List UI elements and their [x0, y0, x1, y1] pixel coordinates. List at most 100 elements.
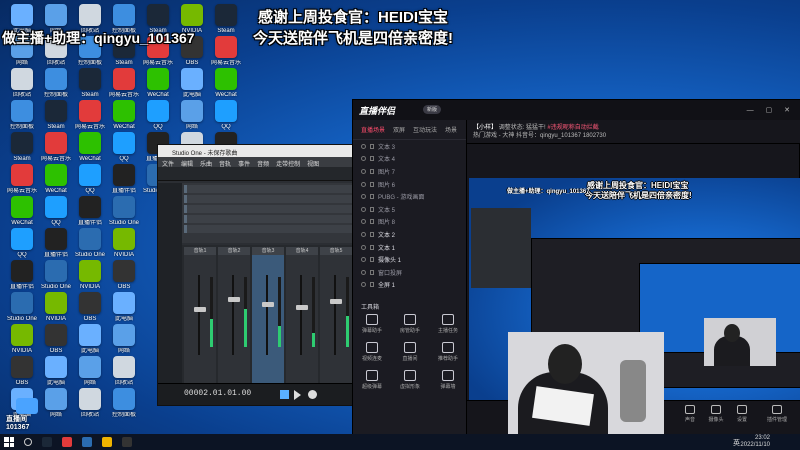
- tool-danmaku-wall[interactable]: 弹幕墙: [429, 370, 467, 390]
- menu-view[interactable]: 视图: [307, 159, 319, 168]
- tool-recommend[interactable]: 推荐助手: [429, 342, 467, 362]
- sound-effects-button[interactable]: 声音: [677, 405, 703, 423]
- eye-icon[interactable]: [361, 282, 366, 288]
- tool-super-danmaku[interactable]: 超级弹幕: [353, 370, 391, 390]
- search-icon[interactable]: [24, 438, 32, 446]
- eye-icon[interactable]: [361, 168, 366, 174]
- source-row[interactable]: 文本 1: [353, 241, 466, 254]
- arrange-track[interactable]: [184, 205, 352, 213]
- desktop-icon[interactable]: OBS: [4, 356, 40, 387]
- desktop-icon[interactable]: Studio One: [38, 260, 74, 291]
- menu-file[interactable]: 文件: [162, 159, 174, 168]
- tab-interactive[interactable]: 互动玩法: [413, 125, 437, 134]
- record-icon[interactable]: [308, 390, 317, 399]
- desktop-icon[interactable]: 直播伴侣: [4, 260, 40, 291]
- desktop-icon[interactable]: 网易云音乐: [72, 100, 108, 131]
- desktop-icon[interactable]: 控制面板: [38, 68, 74, 99]
- fader-knob[interactable]: [329, 299, 342, 304]
- lock-icon[interactable]: [370, 168, 374, 174]
- source-row[interactable]: 图片 6: [353, 178, 466, 191]
- lock-icon[interactable]: [370, 181, 374, 187]
- source-row[interactable]: 窗口投屏: [353, 266, 466, 279]
- taskbar-app-icon[interactable]: [82, 437, 92, 447]
- desktop-icon[interactable]: 回收站: [4, 68, 40, 99]
- taskbar-app-icon[interactable]: [42, 437, 52, 447]
- taskbar-app-icon[interactable]: [62, 437, 72, 447]
- fader-knob[interactable]: [227, 297, 240, 302]
- source-row[interactable]: 文本 3: [353, 140, 466, 153]
- source-row[interactable]: 全屏 1: [353, 279, 466, 292]
- ime-indicator[interactable]: 英: [733, 438, 740, 448]
- menu-audio[interactable]: 音频: [257, 159, 269, 168]
- menu-song[interactable]: 乐曲: [200, 159, 212, 168]
- eye-icon[interactable]: [361, 143, 366, 149]
- mixer-channel[interactable]: 音轨1: [184, 247, 216, 383]
- start-windows-icon[interactable]: [4, 437, 14, 447]
- category-tag[interactable]: 热门游戏 - 大神: [473, 133, 514, 139]
- desktop-icon[interactable]: OBS: [72, 292, 108, 323]
- desktop-icon[interactable]: QQ: [140, 100, 176, 131]
- livestream-titlebar[interactable]: 直播伴侣 新版 — ▢ ✕: [353, 100, 800, 120]
- lock-icon[interactable]: [370, 257, 374, 263]
- eye-icon[interactable]: [361, 244, 366, 250]
- fader-knob[interactable]: [261, 302, 274, 307]
- plugin-manager-button[interactable]: 插件管理: [757, 405, 797, 423]
- desktop-icon[interactable]: WeChat: [38, 164, 74, 195]
- desktop-icon[interactable]: WeChat: [72, 132, 108, 163]
- desktop-icon[interactable]: 网络: [174, 100, 210, 131]
- play-icon[interactable]: [294, 390, 301, 400]
- desktop-icon[interactable]: 控制面板: [106, 388, 142, 419]
- lock-icon[interactable]: [370, 194, 374, 200]
- settings-button[interactable]: 设置: [729, 405, 755, 423]
- desktop-icon[interactable]: 控制面板: [4, 100, 40, 131]
- menu-event[interactable]: 事件: [238, 159, 250, 168]
- arrange-track[interactable]: [184, 215, 352, 223]
- tool-danmaku-assistant[interactable]: 弹幕助手: [353, 314, 391, 334]
- desktop-icon[interactable]: QQ: [38, 196, 74, 227]
- desktop-icon[interactable]: 直播伴侣: [38, 228, 74, 259]
- lock-icon[interactable]: [370, 244, 374, 250]
- desktop-icon[interactable]: 网络: [72, 356, 108, 387]
- desktop-icon[interactable]: Steam: [208, 4, 244, 35]
- desktop-icon[interactable]: 网络: [106, 324, 142, 355]
- lock-icon[interactable]: [370, 143, 374, 149]
- source-row[interactable]: 图片 8: [353, 216, 466, 229]
- desktop-icon[interactable]: 回收站: [72, 388, 108, 419]
- source-row[interactable]: PUBG - 游戏画面: [353, 190, 466, 203]
- mixer-channel-selected[interactable]: 音轨3: [252, 247, 284, 383]
- tab-scene[interactable]: 场景: [445, 125, 457, 134]
- eye-icon[interactable]: [361, 181, 366, 187]
- desktop-icon[interactable]: Steam: [38, 100, 74, 131]
- source-row[interactable]: 文本 4: [353, 153, 466, 166]
- window-controls[interactable]: — ▢ ✕: [747, 106, 795, 114]
- desktop-icon[interactable]: Studio One: [72, 228, 108, 259]
- eye-icon[interactable]: [361, 219, 366, 225]
- mixer-channel[interactable]: 音轨5: [320, 247, 352, 383]
- desktop-icon[interactable]: WeChat: [140, 68, 176, 99]
- desktop-icon[interactable]: QQ: [4, 228, 40, 259]
- lock-icon[interactable]: [370, 231, 374, 237]
- lock-icon[interactable]: [370, 219, 374, 225]
- desktop-icon[interactable]: 回收站: [106, 356, 142, 387]
- source-row[interactable]: 文本 2: [353, 228, 466, 241]
- desktop-icon[interactable]: QQ: [106, 132, 142, 163]
- menu-track[interactable]: 音轨: [219, 159, 231, 168]
- taskbar-app-icon[interactable]: [122, 437, 132, 447]
- stream-title[interactable]: 【小样】: [473, 125, 497, 131]
- arrange-track[interactable]: [184, 195, 352, 203]
- tool-host-tasks[interactable]: 主播任务: [429, 314, 467, 334]
- stream-status[interactable]: 调整状态: 猛猛干!: [499, 125, 546, 131]
- arrange-view[interactable]: [182, 183, 354, 243]
- eye-icon[interactable]: [361, 156, 366, 162]
- eye-icon[interactable]: [361, 257, 366, 263]
- lock-icon[interactable]: [370, 206, 374, 212]
- desktop-icon[interactable]: Steam: [4, 132, 40, 163]
- desktop-icon[interactable]: WeChat: [208, 68, 244, 99]
- desktop-icon[interactable]: NVIDIA: [106, 228, 142, 259]
- desktop-icon[interactable]: 此电脑: [72, 324, 108, 355]
- desktop-icon[interactable]: 网易云音乐: [208, 36, 244, 67]
- lock-icon[interactable]: [370, 282, 374, 288]
- desktop-icon[interactable]: 此电脑: [38, 356, 74, 387]
- clock[interactable]: 23:02 2022/11/10: [740, 435, 770, 449]
- lock-icon[interactable]: [370, 156, 374, 162]
